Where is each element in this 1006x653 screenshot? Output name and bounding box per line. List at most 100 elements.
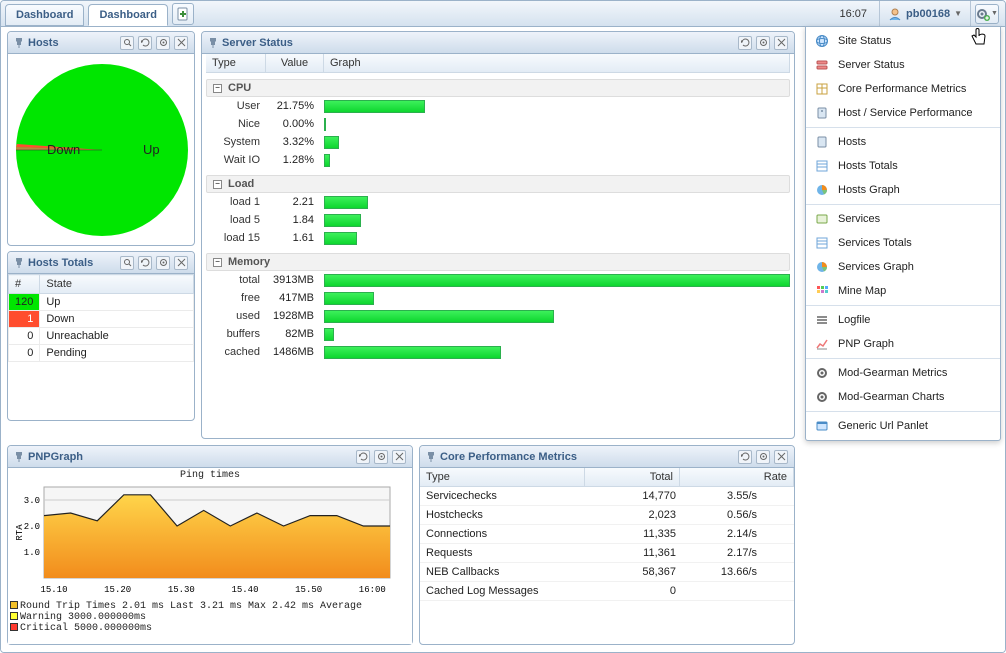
col-type[interactable]: Type [206,54,266,72]
menu-item[interactable]: Core Performance Metrics [806,77,1000,101]
pnp-title: Ping times [10,470,410,481]
panel-title: Server Status [222,37,734,49]
table-row[interactable]: 1Down [9,311,194,328]
tool-close-icon[interactable] [174,256,188,270]
add-tab-button[interactable] [172,3,194,25]
menu-item[interactable]: Hosts Totals [806,154,1000,178]
menu-item[interactable]: Host / Service Performance [806,101,1000,125]
tool-gear-icon[interactable] [374,450,388,464]
grid-icon [814,283,830,299]
pin-icon[interactable] [14,38,24,48]
table-row[interactable]: 0Unreachable [9,328,194,345]
col-total[interactable]: Total [585,468,680,486]
collapse-icon: − [213,180,222,189]
col-state[interactable]: State [40,275,194,294]
menu-item[interactable]: Mod-Gearman Charts [806,385,1000,409]
tool-gear-icon[interactable] [756,450,770,464]
menu-item[interactable]: Mine Map [806,279,1000,303]
tab-dashboard-2[interactable]: Dashboard [88,4,167,26]
table-row: Servicechecks14,7703.55/s [420,487,794,506]
pin-icon[interactable] [14,452,24,462]
menu-item[interactable]: Server Status [806,53,1000,77]
metric-type: NEB Callbacks [420,566,585,578]
metric-bar [324,310,554,323]
chart-icon [814,336,830,352]
menu-item[interactable]: Site Status [806,29,1000,53]
tool-refresh-icon[interactable] [738,450,752,464]
svg-text:3.0: 3.0 [24,496,40,506]
metric-row: Nice0.00% [206,115,790,133]
metric-type: Cached Log Messages [420,585,585,597]
section-mem[interactable]: −Memory [206,253,790,271]
globe-icon [814,33,830,49]
tool-gear-icon[interactable] [156,36,170,50]
tool-refresh-icon[interactable] [356,450,370,464]
tool-refresh-icon[interactable] [738,36,752,50]
user-menu[interactable]: pb00168 ▼ [879,1,971,26]
metric-value: 1.61 [266,232,324,244]
menu-item[interactable]: Mod-Gearman Metrics [806,361,1000,385]
metric-value: 2.21 [266,196,324,208]
menu-separator [806,204,1000,205]
metric-bar [324,136,339,149]
metric-row: total3913MB [206,271,790,289]
tool-close-icon[interactable] [174,36,188,50]
metric-bar [324,118,326,131]
metric-value: 1.28% [266,154,324,166]
tool-search-icon[interactable] [120,256,134,270]
section-title: Load [228,178,254,190]
gear-icon [814,389,830,405]
col-rate[interactable]: Rate [680,468,794,486]
tool-gear-icon[interactable] [156,256,170,270]
tool-gear-icon[interactable] [756,36,770,50]
tool-close-icon[interactable] [392,450,406,464]
menu-item[interactable]: Services Totals [806,231,1000,255]
section-cpu[interactable]: −CPU [206,79,790,97]
svg-text:2.0: 2.0 [24,522,40,532]
host-icon [814,105,830,121]
metric-row: buffers82MB [206,325,790,343]
state-cell: Down [40,311,194,328]
metric-type: Wait IO [206,154,266,166]
panel-title: PNPGraph [28,451,352,463]
panel-hosts-totals: Hosts Totals #State 120Up1Down0Unreachab… [7,251,195,421]
tool-close-icon[interactable] [774,450,788,464]
section-load[interactable]: −Load [206,175,790,193]
menu-item[interactable]: Services [806,207,1000,231]
pin-icon[interactable] [426,452,436,462]
tab-dashboard-1[interactable]: Dashboard [5,4,84,26]
col-count[interactable]: # [9,275,40,294]
table-row[interactable]: 0Pending [9,345,194,362]
menu-item-label: Services [838,213,880,225]
col-type[interactable]: Type [420,468,585,486]
menu-item[interactable]: Generic Url Panlet [806,414,1000,438]
tab-label: Dashboard [99,9,156,21]
table-row[interactable]: 120Up [9,294,194,311]
svg-text:16:00: 16:00 [359,585,386,595]
menu-item[interactable]: Logfile [806,308,1000,332]
svg-text:15.10: 15.10 [40,585,67,595]
svg-text:15.20: 15.20 [104,585,131,595]
col-value[interactable]: Value [266,54,324,72]
chevron-down-icon: ▼ [991,10,998,17]
menu-separator [806,358,1000,359]
settings-menu-button[interactable]: ▼ [975,4,999,24]
list-icon [814,235,830,251]
metric-rate: 3.55/s [680,490,765,502]
panel-server-status: Server Status Type Value Graph −CPUUser2… [201,31,795,439]
tool-search-icon[interactable] [120,36,134,50]
menu-item[interactable]: Hosts [806,130,1000,154]
pin-icon[interactable] [14,258,24,268]
tool-refresh-icon[interactable] [138,256,152,270]
pin-icon[interactable] [208,38,218,48]
menu-item-label: Core Performance Metrics [838,83,966,95]
menu-item[interactable]: PNP Graph [806,332,1000,356]
col-graph[interactable]: Graph [324,54,790,72]
menu-item[interactable]: Hosts Graph [806,178,1000,202]
menu-item-label: Mod-Gearman Charts [838,391,944,403]
metric-value: 1.84 [266,214,324,226]
menu-item[interactable]: Services Graph [806,255,1000,279]
tool-close-icon[interactable] [774,36,788,50]
menu-item-label: Server Status [838,59,905,71]
tool-refresh-icon[interactable] [138,36,152,50]
